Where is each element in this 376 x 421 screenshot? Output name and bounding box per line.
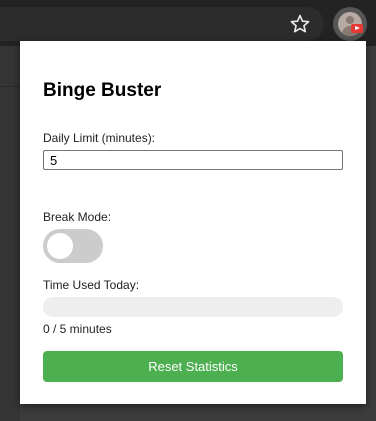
youtube-badge-icon [351, 24, 363, 33]
time-used-progress-bar [43, 297, 343, 317]
browser-toolbar [0, 0, 376, 46]
daily-limit-label: Daily Limit (minutes): [43, 131, 156, 145]
address-bar[interactable] [0, 7, 324, 41]
page-background [0, 46, 20, 421]
extension-button[interactable] [333, 7, 367, 41]
daily-limit-input[interactable] [43, 150, 343, 170]
toggle-knob [47, 233, 73, 259]
break-mode-label: Break Mode: [43, 210, 112, 224]
break-mode-toggle[interactable] [43, 229, 103, 263]
bookmark-star-icon[interactable] [289, 13, 311, 35]
popup-title: Binge Buster [43, 80, 162, 101]
extension-popup: Binge Buster Daily Limit (minutes): Brea… [20, 41, 366, 404]
page-divider [0, 86, 20, 87]
time-used-label: Time Used Today: [43, 278, 140, 292]
time-used-text: 0 / 5 minutes [43, 322, 112, 336]
reset-statistics-button[interactable]: Reset Statistics [43, 351, 343, 382]
